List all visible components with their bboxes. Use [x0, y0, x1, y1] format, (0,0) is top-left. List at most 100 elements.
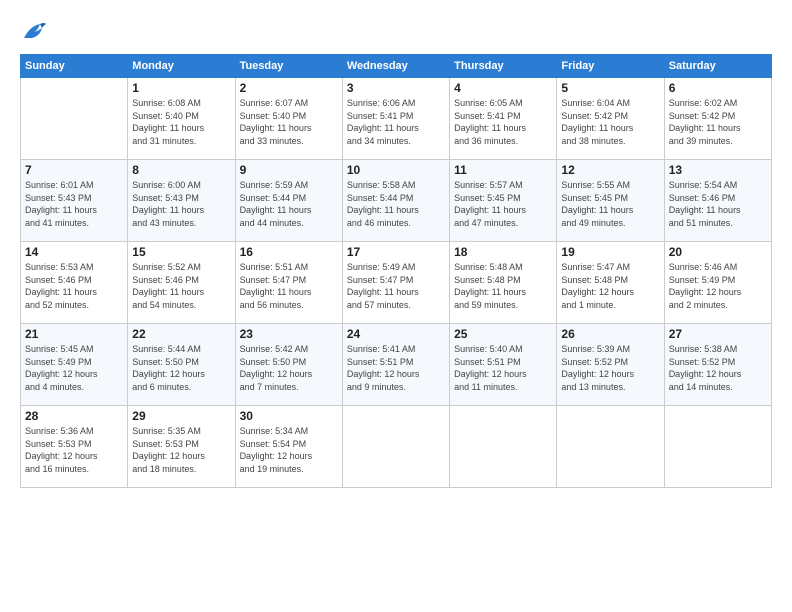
calendar-cell: 30 Sunrise: 5:34 AM Sunset: 5:54 PM Dayli…: [235, 406, 342, 488]
calendar-cell: 15 Sunrise: 5:52 AM Sunset: 5:46 PM Dayli…: [128, 242, 235, 324]
day-info: Sunrise: 5:51 AM Sunset: 5:47 PM Dayligh…: [240, 261, 338, 311]
day-info: Sunrise: 6:06 AM Sunset: 5:41 PM Dayligh…: [347, 97, 445, 147]
calendar-cell: 1 Sunrise: 6:08 AM Sunset: 5:40 PM Daylig…: [128, 78, 235, 160]
day-info: Sunrise: 5:47 AM Sunset: 5:48 PM Dayligh…: [561, 261, 659, 311]
calendar-cell: 20 Sunrise: 5:46 AM Sunset: 5:49 PM Dayli…: [664, 242, 771, 324]
day-number: 10: [347, 163, 445, 177]
day-info: Sunrise: 5:49 AM Sunset: 5:47 PM Dayligh…: [347, 261, 445, 311]
day-number: 18: [454, 245, 552, 259]
calendar-cell: [450, 406, 557, 488]
day-number: 7: [25, 163, 123, 177]
calendar-cell: [21, 78, 128, 160]
calendar-cell: 10 Sunrise: 5:58 AM Sunset: 5:44 PM Dayli…: [342, 160, 449, 242]
day-number: 9: [240, 163, 338, 177]
day-number: 20: [669, 245, 767, 259]
calendar-week-5: 28Sunrise: 5:36 AM Sunset: 5:53 PM Dayli…: [21, 406, 772, 488]
calendar-cell: 25 Sunrise: 5:40 AM Sunset: 5:51 PM Dayli…: [450, 324, 557, 406]
day-number: 1: [132, 81, 230, 95]
weekday-header-tuesday: Tuesday: [235, 55, 342, 78]
weekday-header-wednesday: Wednesday: [342, 55, 449, 78]
day-info: Sunrise: 5:46 AM Sunset: 5:49 PM Dayligh…: [669, 261, 767, 311]
day-number: 3: [347, 81, 445, 95]
day-number: 8: [132, 163, 230, 177]
day-info: Sunrise: 5:34 AM Sunset: 5:54 PM Dayligh…: [240, 425, 338, 475]
calendar-cell: 24Sunrise: 5:41 AM Sunset: 5:51 PM Dayli…: [342, 324, 449, 406]
day-number: 15: [132, 245, 230, 259]
calendar-cell: 21 Sunrise: 5:45 AM Sunset: 5:49 PM Dayli…: [21, 324, 128, 406]
weekday-header-thursday: Thursday: [450, 55, 557, 78]
day-number: 26: [561, 327, 659, 341]
day-number: 14: [25, 245, 123, 259]
calendar-cell: 6 Sunrise: 6:02 AM Sunset: 5:42 PM Daylig…: [664, 78, 771, 160]
weekday-header-monday: Monday: [128, 55, 235, 78]
weekday-header-saturday: Saturday: [664, 55, 771, 78]
day-info: Sunrise: 6:05 AM Sunset: 5:41 PM Dayligh…: [454, 97, 552, 147]
day-info: Sunrise: 6:02 AM Sunset: 5:42 PM Dayligh…: [669, 97, 767, 147]
logo: [20, 18, 52, 46]
day-number: 23: [240, 327, 338, 341]
day-number: 13: [669, 163, 767, 177]
calendar-cell: 2Sunrise: 6:07 AM Sunset: 5:40 PM Daylig…: [235, 78, 342, 160]
calendar-cell: 4 Sunrise: 6:05 AM Sunset: 5:41 PM Daylig…: [450, 78, 557, 160]
weekday-header-friday: Friday: [557, 55, 664, 78]
calendar-cell: 28Sunrise: 5:36 AM Sunset: 5:53 PM Dayli…: [21, 406, 128, 488]
day-info: Sunrise: 5:58 AM Sunset: 5:44 PM Dayligh…: [347, 179, 445, 229]
day-info: Sunrise: 5:45 AM Sunset: 5:49 PM Dayligh…: [25, 343, 123, 393]
calendar-week-4: 21 Sunrise: 5:45 AM Sunset: 5:49 PM Dayli…: [21, 324, 772, 406]
calendar-cell: 7Sunrise: 6:01 AM Sunset: 5:43 PM Daylig…: [21, 160, 128, 242]
calendar-week-2: 7Sunrise: 6:01 AM Sunset: 5:43 PM Daylig…: [21, 160, 772, 242]
calendar-cell: 19Sunrise: 5:47 AM Sunset: 5:48 PM Dayli…: [557, 242, 664, 324]
calendar-cell: 3 Sunrise: 6:06 AM Sunset: 5:41 PM Daylig…: [342, 78, 449, 160]
day-number: 21: [25, 327, 123, 341]
weekday-header-sunday: Sunday: [21, 55, 128, 78]
calendar-cell: 22 Sunrise: 5:44 AM Sunset: 5:50 PM Dayli…: [128, 324, 235, 406]
calendar-cell: [342, 406, 449, 488]
day-info: Sunrise: 6:04 AM Sunset: 5:42 PM Dayligh…: [561, 97, 659, 147]
calendar-cell: 27Sunrise: 5:38 AM Sunset: 5:52 PM Dayli…: [664, 324, 771, 406]
calendar-cell: 5 Sunrise: 6:04 AM Sunset: 5:42 PM Daylig…: [557, 78, 664, 160]
day-number: 12: [561, 163, 659, 177]
calendar-cell: 23 Sunrise: 5:42 AM Sunset: 5:50 PM Dayli…: [235, 324, 342, 406]
calendar-cell: 18 Sunrise: 5:48 AM Sunset: 5:48 PM Dayli…: [450, 242, 557, 324]
day-number: 6: [669, 81, 767, 95]
day-number: 29: [132, 409, 230, 423]
day-info: Sunrise: 6:07 AM Sunset: 5:40 PM Dayligh…: [240, 97, 338, 147]
day-info: Sunrise: 5:44 AM Sunset: 5:50 PM Dayligh…: [132, 343, 230, 393]
calendar-cell: 12 Sunrise: 5:55 AM Sunset: 5:45 PM Dayli…: [557, 160, 664, 242]
logo-icon: [20, 18, 48, 46]
day-info: Sunrise: 5:39 AM Sunset: 5:52 PM Dayligh…: [561, 343, 659, 393]
calendar-cell: 26 Sunrise: 5:39 AM Sunset: 5:52 PM Dayli…: [557, 324, 664, 406]
day-number: 25: [454, 327, 552, 341]
calendar-cell: 11Sunrise: 5:57 AM Sunset: 5:45 PM Dayli…: [450, 160, 557, 242]
day-info: Sunrise: 5:48 AM Sunset: 5:48 PM Dayligh…: [454, 261, 552, 311]
day-info: Sunrise: 5:54 AM Sunset: 5:46 PM Dayligh…: [669, 179, 767, 229]
day-number: 27: [669, 327, 767, 341]
day-number: 17: [347, 245, 445, 259]
day-info: Sunrise: 5:55 AM Sunset: 5:45 PM Dayligh…: [561, 179, 659, 229]
calendar-cell: 8Sunrise: 6:00 AM Sunset: 5:43 PM Daylig…: [128, 160, 235, 242]
calendar-week-3: 14Sunrise: 5:53 AM Sunset: 5:46 PM Dayli…: [21, 242, 772, 324]
day-info: Sunrise: 5:59 AM Sunset: 5:44 PM Dayligh…: [240, 179, 338, 229]
calendar: SundayMondayTuesdayWednesdayThursdayFrid…: [20, 54, 772, 488]
calendar-cell: [557, 406, 664, 488]
day-info: Sunrise: 5:42 AM Sunset: 5:50 PM Dayligh…: [240, 343, 338, 393]
day-info: Sunrise: 5:52 AM Sunset: 5:46 PM Dayligh…: [132, 261, 230, 311]
day-info: Sunrise: 5:36 AM Sunset: 5:53 PM Dayligh…: [25, 425, 123, 475]
calendar-cell: 17 Sunrise: 5:49 AM Sunset: 5:47 PM Dayli…: [342, 242, 449, 324]
day-number: 4: [454, 81, 552, 95]
calendar-cell: 9 Sunrise: 5:59 AM Sunset: 5:44 PM Daylig…: [235, 160, 342, 242]
day-info: Sunrise: 5:40 AM Sunset: 5:51 PM Dayligh…: [454, 343, 552, 393]
day-info: Sunrise: 5:35 AM Sunset: 5:53 PM Dayligh…: [132, 425, 230, 475]
calendar-cell: 13 Sunrise: 5:54 AM Sunset: 5:46 PM Dayli…: [664, 160, 771, 242]
day-info: Sunrise: 5:57 AM Sunset: 5:45 PM Dayligh…: [454, 179, 552, 229]
day-number: 30: [240, 409, 338, 423]
day-number: 22: [132, 327, 230, 341]
page: SundayMondayTuesdayWednesdayThursdayFrid…: [0, 0, 792, 612]
day-info: Sunrise: 6:08 AM Sunset: 5:40 PM Dayligh…: [132, 97, 230, 147]
day-number: 24: [347, 327, 445, 341]
calendar-cell: 29 Sunrise: 5:35 AM Sunset: 5:53 PM Dayli…: [128, 406, 235, 488]
calendar-week-1: 1 Sunrise: 6:08 AM Sunset: 5:40 PM Daylig…: [21, 78, 772, 160]
day-number: 16: [240, 245, 338, 259]
calendar-cell: 14Sunrise: 5:53 AM Sunset: 5:46 PM Dayli…: [21, 242, 128, 324]
day-number: 5: [561, 81, 659, 95]
